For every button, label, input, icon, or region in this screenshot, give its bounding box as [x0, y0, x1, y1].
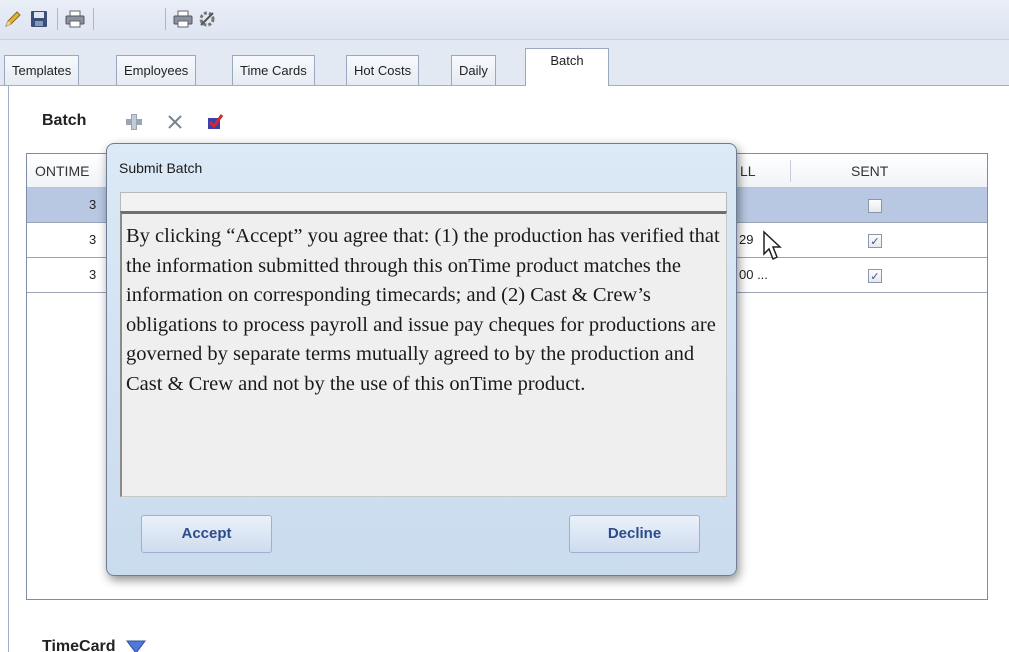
mouse-cursor-icon — [763, 230, 782, 261]
tab-templates[interactable]: Templates — [4, 55, 80, 85]
timecard-title-text: TimeCard — [42, 638, 116, 652]
agreement-text: By clicking “Accept” you agree that: (1)… — [126, 225, 720, 395]
ontime-cell: 3 — [89, 197, 97, 212]
col-header-ontime[interactable]: ONTIME — [35, 154, 89, 188]
tab-batch[interactable]: Batch — [525, 48, 609, 87]
print-icon[interactable] — [64, 8, 86, 30]
ontime-cell: 3 — [89, 267, 97, 282]
sent-checkbox[interactable]: ✓ — [868, 269, 882, 283]
add-icon[interactable] — [125, 113, 143, 131]
pencil-icon[interactable] — [2, 8, 24, 30]
batch-section-title: Batch — [42, 112, 87, 129]
submit-batch-dialog: Submit Batch By clicking “Accept” you ag… — [106, 143, 737, 576]
toolbar — [0, 0, 1009, 40]
decline-button[interactable]: Decline — [569, 515, 700, 553]
col-header-payroll[interactable]: LL — [740, 154, 756, 188]
timecard-section-title: TimeCard — [42, 638, 146, 652]
ontime-cell: 3 — [89, 232, 97, 247]
submit-check-icon[interactable] — [206, 113, 224, 131]
delete-icon[interactable] — [166, 113, 184, 131]
save-icon[interactable] — [28, 8, 50, 30]
tab-hot-costs[interactable]: Hot Costs — [346, 55, 420, 85]
dialog-title: Submit Batch — [119, 160, 203, 176]
message-header-strip — [120, 192, 727, 211]
tab-daily[interactable]: Daily — [451, 55, 496, 85]
sent-checkbox[interactable] — [868, 199, 882, 213]
payroll-cell: 29 — [739, 232, 754, 247]
col-header-sent[interactable]: SENT — [851, 154, 888, 188]
payroll-cell: 00 ... — [739, 267, 768, 282]
print-preview-icon[interactable] — [172, 8, 194, 30]
tab-bar: Templates Employees Time Cards Hot Costs… — [0, 40, 1009, 87]
tools-icon[interactable] — [196, 8, 218, 30]
message-box: By clicking “Accept” you agree that: (1)… — [120, 211, 727, 497]
filter-icon[interactable] — [125, 640, 146, 652]
tab-employees[interactable]: Employees — [116, 55, 197, 85]
sent-checkbox[interactable]: ✓ — [868, 234, 882, 248]
tab-time-cards[interactable]: Time Cards — [232, 55, 315, 85]
accept-button[interactable]: Accept — [141, 515, 272, 553]
